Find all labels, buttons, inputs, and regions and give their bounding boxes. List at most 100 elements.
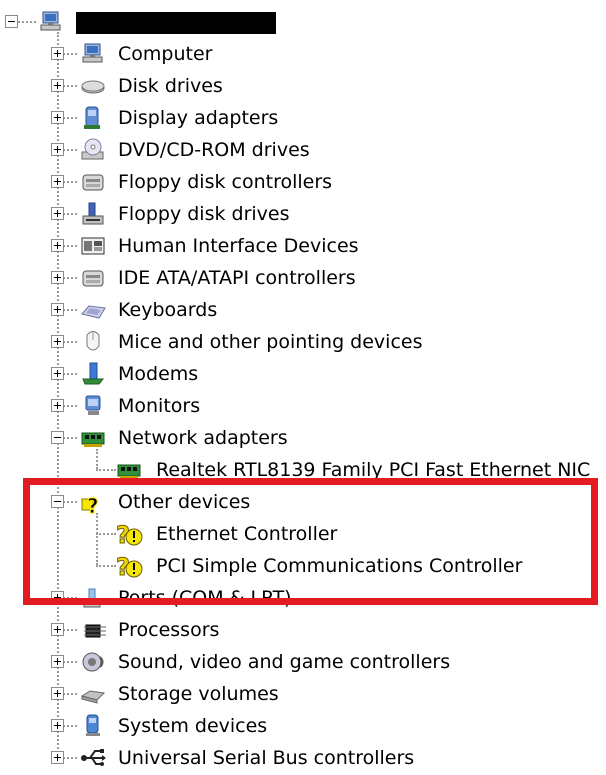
network-adapter-icon xyxy=(116,457,143,483)
tree-line xyxy=(63,661,77,663)
expand-icon[interactable] xyxy=(51,207,64,220)
device-label: System devices xyxy=(118,715,268,737)
processor-icon xyxy=(80,617,107,643)
device-label: Monitors xyxy=(118,395,201,417)
expand-icon[interactable] xyxy=(51,623,64,636)
tree-line xyxy=(63,181,77,183)
redacted-computer-name xyxy=(76,12,276,34)
tree-root[interactable] xyxy=(0,6,606,38)
tree-item-computer[interactable]: Computer xyxy=(0,38,606,70)
tree-item-disk-drives[interactable]: Disk drives xyxy=(0,70,606,102)
tree-item-keyboards[interactable]: Keyboards xyxy=(0,294,606,326)
collapse-icon[interactable] xyxy=(51,495,64,508)
tree-item-realtek-nic[interactable]: Realtek RTL8139 Family PCI Fast Ethernet… xyxy=(0,454,606,486)
tree-line xyxy=(63,149,77,151)
collapse-icon[interactable] xyxy=(5,15,18,28)
tree-line xyxy=(63,437,77,439)
hid-icon xyxy=(80,233,107,259)
tree-item-modems[interactable]: Modems xyxy=(0,358,606,390)
tree-item-monitors[interactable]: Monitors xyxy=(0,390,606,422)
tree-item-storage-volumes[interactable]: Storage volumes xyxy=(0,678,606,710)
device-label: Universal Serial Bus controllers xyxy=(118,747,415,769)
tree-item-ide-ata-atapi-controllers[interactable]: IDE ATA/ATAPI controllers xyxy=(0,262,606,294)
device-label: Processors xyxy=(118,619,220,641)
controller-icon xyxy=(80,265,107,291)
port-icon xyxy=(80,585,107,611)
expand-icon[interactable] xyxy=(51,335,64,348)
expand-icon[interactable] xyxy=(51,303,64,316)
expand-icon[interactable] xyxy=(51,655,64,668)
tree-item-other-devices[interactable]: ? Other devices xyxy=(0,486,606,519)
tree-item-floppy-disk-controllers[interactable]: Floppy disk controllers xyxy=(0,166,606,198)
device-label: Mice and other pointing devices xyxy=(118,331,423,353)
device-label: Sound, video and game controllers xyxy=(118,651,451,673)
device-label: Floppy disk drives xyxy=(118,203,290,225)
storage-volume-icon xyxy=(80,681,107,707)
tree-item-ports[interactable]: Ports (COM & LPT) xyxy=(0,582,606,614)
expand-icon[interactable] xyxy=(51,591,64,604)
usb-icon xyxy=(80,745,107,771)
tree-item-human-interface-devices[interactable]: Human Interface Devices xyxy=(0,230,606,262)
mouse-icon xyxy=(80,329,107,355)
expand-icon[interactable] xyxy=(51,719,64,732)
tree-item-dvd-cd-rom-drives[interactable]: DVD/CD-ROM drives xyxy=(0,134,606,166)
network-adapter-icon xyxy=(80,425,107,451)
tree-line xyxy=(96,533,116,535)
tree-line xyxy=(96,565,116,567)
expand-icon[interactable] xyxy=(51,367,64,380)
tree-line xyxy=(63,405,77,407)
device-label: Realtek RTL8139 Family PCI Fast Ethernet… xyxy=(156,459,591,481)
expand-icon[interactable] xyxy=(51,111,64,124)
device-tree[interactable]: Computer Disk drives Display adapters DVD/C… xyxy=(0,0,606,772)
collapse-icon[interactable] xyxy=(51,431,64,444)
expand-icon[interactable] xyxy=(51,687,64,700)
tree-item-network-adapters[interactable]: Network adapters xyxy=(0,422,606,454)
device-label: DVD/CD-ROM drives xyxy=(118,139,310,161)
tree-item-floppy-disk-drives[interactable]: Floppy disk drives xyxy=(0,198,606,230)
sound-icon xyxy=(80,649,107,675)
device-label: Keyboards xyxy=(118,299,218,321)
device-label: Network adapters xyxy=(118,427,288,449)
tree-line xyxy=(63,757,77,759)
tree-item-pci-simple-comm-controller[interactable]: ? PCI Simple Communications Controller xyxy=(0,550,606,582)
tree-line xyxy=(18,21,36,23)
tree-line xyxy=(96,513,98,565)
computer-icon xyxy=(38,9,65,35)
unknown-device-icon: ? xyxy=(80,489,107,519)
tree-line xyxy=(63,597,77,599)
device-label: Other devices xyxy=(118,491,251,513)
expand-icon[interactable] xyxy=(51,175,64,188)
tree-line xyxy=(63,373,77,375)
display-adapter-icon xyxy=(80,105,107,131)
tree-item-usb-controllers[interactable]: Universal Serial Bus controllers xyxy=(0,742,606,774)
tree-line xyxy=(63,693,77,695)
expand-icon[interactable] xyxy=(51,271,64,284)
tree-item-sound-video-game[interactable]: Sound, video and game controllers xyxy=(0,646,606,678)
tree-item-ethernet-controller[interactable]: ? Ethernet Controller xyxy=(0,518,606,550)
expand-icon[interactable] xyxy=(51,79,64,92)
expand-icon[interactable] xyxy=(51,239,64,252)
modem-icon xyxy=(80,361,107,387)
device-label: Ports (COM & LPT) xyxy=(118,587,292,609)
tree-item-processors[interactable]: Processors xyxy=(0,614,606,646)
tree-item-display-adapters[interactable]: Display adapters xyxy=(0,102,606,134)
tree-item-system-devices[interactable]: System devices xyxy=(0,710,606,742)
expand-icon[interactable] xyxy=(51,751,64,764)
keyboard-icon xyxy=(80,297,107,323)
tree-line xyxy=(63,309,77,311)
tree-line xyxy=(63,725,77,727)
expand-icon[interactable] xyxy=(51,399,64,412)
expand-icon[interactable] xyxy=(51,47,64,60)
tree-line xyxy=(96,469,116,471)
tree-line xyxy=(63,85,77,87)
tree-line xyxy=(63,53,77,55)
warning-device-icon: ? xyxy=(116,521,143,550)
tree-line xyxy=(63,117,77,119)
tree-line xyxy=(63,245,77,247)
device-label: Modems xyxy=(118,363,199,385)
device-label: Human Interface Devices xyxy=(118,235,359,257)
monitor-icon xyxy=(80,393,107,419)
expand-icon[interactable] xyxy=(51,143,64,156)
tree-item-mice[interactable]: Mice and other pointing devices xyxy=(0,326,606,358)
dvd-drive-icon xyxy=(80,137,107,163)
